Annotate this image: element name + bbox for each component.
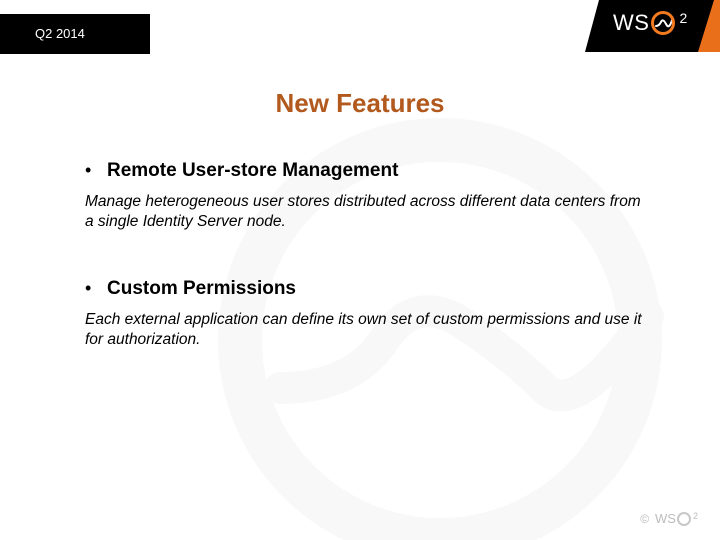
brand-logo: WS 2 [585,0,720,52]
bullet-heading: Custom Permissions [107,278,296,300]
brand-logo-text: WS 2 [613,10,688,36]
bullet-item: • Custom Permissions [85,278,645,300]
bullet-heading: Remote User-store Management [107,160,398,182]
copyright-symbol: © [640,512,649,526]
bullet-icon: • [85,160,107,180]
footer-copyright: © WS 2 [640,511,698,526]
footer-brand-logo: WS 2 [655,511,698,526]
bullet-icon: • [85,278,107,298]
quarter-label: Q2 2014 [0,14,150,54]
content-area: • Remote User-store Management Manage he… [85,160,645,397]
bullet-description: Each external application can define its… [85,310,645,350]
brand-logo-ring-icon [651,11,675,35]
bullet-item: • Remote User-store Management [85,160,645,182]
bullet-description: Manage heterogeneous user stores distrib… [85,192,645,232]
slide-title: New Features [0,88,720,119]
footer-logo-ring-icon [677,512,691,526]
